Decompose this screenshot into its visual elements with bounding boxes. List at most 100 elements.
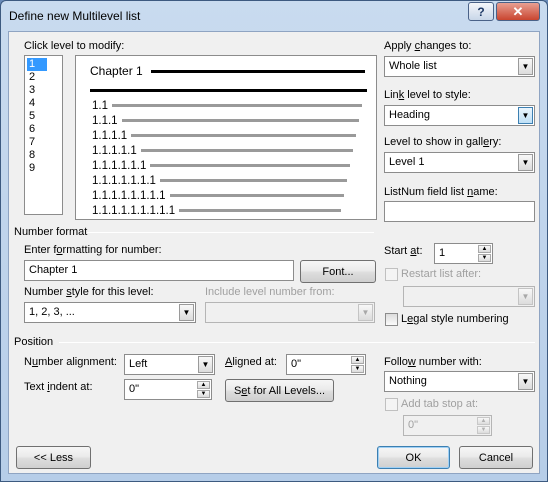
- help-button[interactable]: ?: [468, 2, 494, 21]
- arrow-up-icon[interactable]: ▲: [197, 381, 210, 389]
- number-style-value: 1, 2, 3, ...: [29, 306, 75, 318]
- dialog-body: Click level to modify: 123456789 Chapter…: [8, 31, 540, 474]
- set-for-all-levels-button[interactable]: Set for All Levels...: [225, 379, 334, 402]
- tab-stop-spinner[interactable]: 0" ▲ ▼: [403, 415, 492, 436]
- level-list-item[interactable]: 5: [27, 110, 47, 123]
- ok-button[interactable]: OK: [377, 446, 450, 469]
- preview-level-row: 1.1.1: [92, 114, 360, 127]
- link-level-label: Link level to style:: [384, 89, 471, 101]
- cancel-button[interactable]: Cancel: [459, 446, 533, 469]
- number-alignment-select[interactable]: Left ▼: [124, 354, 215, 375]
- listnum-input[interactable]: [384, 201, 535, 222]
- number-alignment-value: Left: [129, 358, 148, 370]
- number-style-select[interactable]: 1, 2, 3, ... ▼: [24, 302, 196, 323]
- link-level-value: Heading: [389, 109, 430, 121]
- level-list-item[interactable]: 8: [27, 149, 47, 162]
- restart-list-checkbox[interactable]: [385, 268, 398, 281]
- ok-button-label: OK: [405, 451, 422, 464]
- level-list-item[interactable]: 2: [27, 71, 47, 84]
- chevron-down-icon[interactable]: ▼: [179, 304, 194, 321]
- arrow-down-icon[interactable]: ▼: [351, 365, 364, 373]
- apply-changes-label: Apply changes to:: [384, 40, 472, 52]
- enter-formatting-label: Enter formatting for number:: [24, 244, 162, 256]
- text-indent-value: 0": [129, 383, 140, 395]
- link-level-select[interactable]: Heading ▼: [384, 105, 535, 126]
- apply-changes-value: Whole list: [389, 60, 437, 72]
- level-list-item[interactable]: 3: [27, 84, 47, 97]
- level-list-item[interactable]: 7: [27, 136, 47, 149]
- cancel-button-label: Cancel: [478, 451, 514, 464]
- preview-level-row: 1.1.1.1: [92, 129, 357, 142]
- preview-level-row: 1.1.1.1.1.1: [92, 159, 351, 172]
- close-button[interactable]: ✕: [496, 2, 540, 21]
- preview-level-text: 1.1.1.1: [92, 129, 128, 142]
- dialog-window: Define new Multilevel list ? ✕ Click lev…: [0, 0, 548, 482]
- add-tab-stop-checkbox[interactable]: [385, 398, 398, 411]
- preview-level-bar: [112, 104, 363, 107]
- legal-style-checkbox[interactable]: [385, 313, 398, 326]
- number-format-divider: [87, 232, 374, 233]
- preview-level-text: 1.1.1.1.1: [92, 144, 137, 157]
- number-alignment-label: Number alignment:: [24, 356, 117, 368]
- level-list-item[interactable]: 1: [27, 58, 47, 71]
- preview-level-bar: [131, 134, 357, 137]
- number-format-input[interactable]: Chapter 1: [24, 260, 294, 281]
- number-format-group-label: Number format: [14, 226, 88, 238]
- arrow-up-icon[interactable]: ▲: [477, 417, 490, 425]
- font-button-label: Font...: [322, 265, 354, 278]
- follow-number-select[interactable]: Nothing ▼: [384, 371, 535, 392]
- preview-level-bar: [140, 149, 354, 152]
- chevron-down-icon[interactable]: ▼: [518, 373, 533, 390]
- apply-changes-select[interactable]: Whole list ▼: [384, 56, 535, 77]
- click-level-label: Click level to modify:: [24, 40, 125, 52]
- chevron-down-icon[interactable]: ▼: [518, 154, 533, 171]
- preview-level-text: 1.1: [92, 99, 108, 112]
- chevron-down-icon[interactable]: ▼: [518, 58, 533, 75]
- less-button[interactable]: << Less: [16, 446, 91, 469]
- chevron-down-icon[interactable]: ▼: [358, 304, 373, 321]
- aligned-at-value: 0": [291, 358, 302, 370]
- preview-level-bar: [179, 209, 342, 212]
- chevron-down-icon[interactable]: ▼: [198, 356, 213, 373]
- arrow-down-icon[interactable]: ▼: [478, 254, 491, 262]
- start-at-value: 1: [439, 247, 446, 259]
- preview-level-row: 1.1: [92, 99, 363, 112]
- tab-stop-value: 0": [408, 419, 419, 431]
- level-list-item[interactable]: 4: [27, 97, 47, 110]
- aligned-at-spinner[interactable]: 0" ▲ ▼: [286, 354, 366, 375]
- preview-level-bar: [169, 194, 345, 197]
- less-button-label: << Less: [33, 451, 74, 464]
- font-button[interactable]: Font...: [300, 260, 376, 283]
- position-group-label: Position: [14, 336, 54, 348]
- help-icon: ?: [477, 4, 485, 19]
- preview-chapter-row: Chapter 1: [90, 64, 365, 78]
- preview-chapter-text: Chapter 1: [90, 64, 143, 78]
- arrow-down-icon[interactable]: ▼: [477, 426, 490, 434]
- restart-list-label: Restart list after:: [401, 268, 482, 280]
- start-at-spinner[interactable]: 1 ▲ ▼: [434, 243, 493, 264]
- chevron-down-icon[interactable]: ▼: [518, 288, 533, 305]
- restart-list-select[interactable]: ▼: [403, 286, 535, 307]
- level-list-item[interactable]: 6: [27, 123, 47, 136]
- preview-level-bar: [150, 164, 351, 167]
- follow-number-value: Nothing: [389, 375, 427, 387]
- preview-level-text: 1.1.1.1.1.1.1.1.1: [92, 204, 176, 217]
- preview-chapter-rule: [90, 89, 367, 92]
- arrow-up-icon[interactable]: ▲: [478, 245, 491, 253]
- arrow-up-icon[interactable]: ▲: [351, 356, 364, 364]
- start-at-label: Start at:: [384, 245, 423, 257]
- list-preview: Chapter 1 1.1 1.1.1 1.1.1.1 1.1.1.1.1 1.1.1.…: [75, 55, 377, 220]
- preview-level-text: 1.1.1.1.1.1: [92, 159, 147, 172]
- text-indent-spinner[interactable]: 0" ▲ ▼: [124, 379, 212, 400]
- preview-chapter-bar: [150, 69, 365, 73]
- include-level-select[interactable]: ▼: [205, 302, 375, 323]
- level-list-item[interactable]: 9: [27, 162, 47, 175]
- gallery-level-select[interactable]: Level 1 ▼: [384, 152, 535, 173]
- add-tab-stop-label: Add tab stop at:: [401, 398, 479, 410]
- set-for-all-levels-label: Set for All Levels...: [233, 384, 326, 397]
- text-indent-label: Text indent at:: [24, 381, 93, 393]
- chevron-down-icon[interactable]: ▼: [518, 107, 533, 124]
- gallery-level-label: Level to show in gallery:: [384, 136, 502, 148]
- level-listbox[interactable]: 123456789: [24, 55, 63, 215]
- arrow-down-icon[interactable]: ▼: [197, 390, 210, 398]
